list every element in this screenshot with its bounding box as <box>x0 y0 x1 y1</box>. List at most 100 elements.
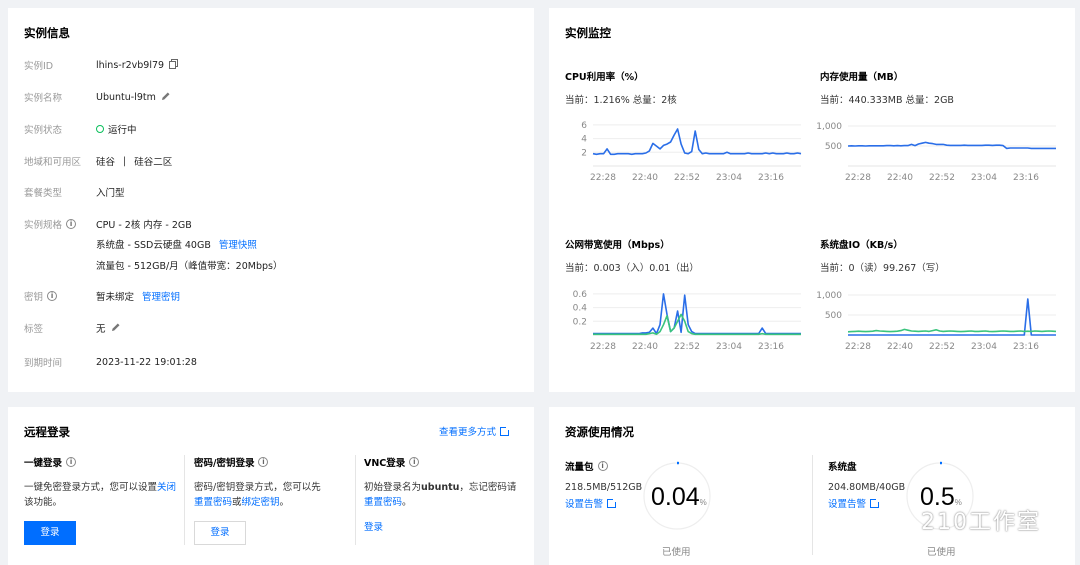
vnc-desc-end: 。 <box>402 497 412 508</box>
spec-cpu-mem: CPU - 2核 内存 - 2GB <box>96 220 192 231</box>
x-tick-label: 22:28 <box>590 173 616 183</box>
password-login-desc: 密码/密钥登录方式，您可以先 重置密码或绑定密钥。 <box>194 480 354 510</box>
vnc-login-button[interactable]: 登录 <box>364 521 383 535</box>
one-click-desc-text: 一键免密登录方式，您可以设置 <box>24 482 158 493</box>
region-divider: | <box>123 155 127 167</box>
key-value: 暂未绑定 <box>96 292 135 303</box>
spec-disk: 系统盘 - SSD云硬盘 40GB <box>96 240 211 251</box>
vnc-login-desc: 初始登录名为ubuntu，忘记密码请 重置密码。 <box>364 480 529 510</box>
vnc-reset-password-link[interactable]: 重置密码 <box>364 497 402 508</box>
bandwidth-chart-title: 公网带宽使用（Mbps） <box>565 240 670 251</box>
zone-value: 硅谷二区 <box>134 157 173 168</box>
traffic-alert-label: 设置告警 <box>565 499 604 510</box>
spec-label: 实例规格 <box>24 220 63 231</box>
bind-key-link[interactable]: 绑定密钥 <box>242 497 280 508</box>
info-icon[interactable]: i <box>47 291 58 301</box>
x-tick-label: 23:16 <box>1013 173 1039 183</box>
memory-chart[interactable]: 1,000 500 22:28 22:40 22:52 23:04 23:16 <box>816 112 1060 184</box>
one-click-login-label: 一键登录 <box>24 458 63 469</box>
disk-alert-link[interactable]: 设置告警 <box>828 496 881 510</box>
instance-name-label: 实例名称 <box>24 93 63 104</box>
x-tick-label: 22:28 <box>845 173 871 183</box>
watermark: 210工作室 <box>921 510 1041 535</box>
edit-icon[interactable] <box>161 91 171 104</box>
cpu-chart-title: CPU利用率（%） <box>565 72 644 83</box>
traffic-package-value: 218.5MB/512GB <box>565 482 643 493</box>
y-tick-label: 0.2 <box>573 317 587 327</box>
plan-type-label: 套餐类型 <box>24 188 63 199</box>
key-row: 密钥 i 暂未绑定 管理密钥 <box>24 288 180 304</box>
key-label: 密钥 <box>24 292 44 303</box>
traffic-gauge-value: 0.04% <box>651 483 707 512</box>
y-tick-label: 0.4 <box>573 304 588 314</box>
info-icon[interactable]: i <box>409 457 420 467</box>
external-link-icon <box>870 497 881 508</box>
edit-icon[interactable] <box>111 322 121 335</box>
disk-io-chart[interactable]: 1,000 500 22:28 22:40 22:52 23:04 23:16 <box>816 281 1060 353</box>
manage-snapshot-link[interactable]: 管理快照 <box>219 237 257 251</box>
more-login-methods-label: 查看更多方式 <box>438 427 496 438</box>
traffic-package-label: 流量包 <box>565 462 594 473</box>
info-icon[interactable]: i <box>66 457 77 467</box>
traffic-alert-link[interactable]: 设置告警 <box>565 496 618 510</box>
instance-id-value: lhins-r2vb9l79 <box>96 59 165 71</box>
y-tick-label: 6 <box>581 121 587 131</box>
disk-used-caption: 已使用 <box>927 547 956 558</box>
series-line <box>593 293 801 335</box>
series-line <box>847 141 1056 150</box>
region-value: 硅谷 <box>96 157 116 168</box>
password-desc-text: 密码/密钥登录方式，您可以先 <box>194 482 321 493</box>
y-tick-label: 4 <box>581 135 587 145</box>
y-tick-label: 500 <box>825 142 842 152</box>
resource-usage-title: 资源使用情况 <box>565 425 634 439</box>
instance-name-value: Ubuntu-l9tm <box>96 91 156 103</box>
one-click-login-desc: 一键免密登录方式，您可以设置关闭该功能。 <box>24 480 184 510</box>
one-click-login-button[interactable]: 登录 <box>24 521 76 545</box>
x-tick-label: 22:52 <box>929 173 955 183</box>
info-icon[interactable]: i <box>258 457 269 467</box>
bandwidth-chart[interactable]: 0.6 0.4 0.2 22:28 22:40 22:52 23:04 23:16 <box>561 281 805 353</box>
password-login-title: 密码/密钥登录 i <box>194 455 269 469</box>
plan-type-value: 入门型 <box>96 188 125 199</box>
x-tick-label: 23:04 <box>971 173 997 183</box>
x-tick-label: 22:28 <box>845 342 871 352</box>
vnc-desc-text: 初始登录名为 <box>364 482 422 493</box>
external-link-icon <box>607 497 618 508</box>
disk-alert-label: 设置告警 <box>828 499 867 510</box>
disable-link[interactable]: 关闭 <box>157 482 176 493</box>
password-desc-end: 。 <box>279 497 290 508</box>
expire-label: 到期时间 <box>24 358 63 369</box>
traffic-package-title: 流量包 i <box>565 459 608 473</box>
vnc-login-title: VNC登录 i <box>364 455 420 469</box>
x-tick-label: 22:40 <box>887 173 913 183</box>
copy-icon[interactable] <box>169 58 179 72</box>
x-tick-label: 23:04 <box>971 342 997 352</box>
manage-key-link[interactable]: 管理密钥 <box>142 289 180 303</box>
vnc-username: ubuntu <box>421 482 460 493</box>
x-tick-label: 23:16 <box>758 342 784 352</box>
x-tick-label: 22:40 <box>632 342 658 352</box>
instance-monitor-card: 实例监控 CPU利用率（%） 当前：1.216% 总量：2核 6 4 2 22:28 2… <box>549 8 1075 392</box>
x-tick-label: 23:16 <box>758 173 784 183</box>
cpu-chart[interactable]: 6 4 2 22:28 22:40 22:52 23:04 23:16 <box>561 112 805 184</box>
disk-io-chart-subtitle: 当前：0（读）99.267（写） <box>820 263 945 274</box>
system-disk-title: 系统盘 <box>828 459 857 473</box>
traffic-gauge-unit: % <box>699 498 707 507</box>
series-line <box>592 128 802 156</box>
instance-info-card: 实例信息 实例ID lhins-r2vb9l79 实例名称 Ubuntu-l9t… <box>8 8 534 392</box>
system-disk-label: 系统盘 <box>828 462 857 473</box>
instance-status-value: 运行中 <box>108 125 137 136</box>
resource-usage-card: 资源使用情况 流量包 i 218.5MB/512GB 设置告警 0.04% 已使用… <box>549 407 1075 565</box>
spec-row: 实例规格 i CPU - 2核 内存 - 2GB <box>24 216 192 232</box>
info-icon[interactable]: i <box>66 219 77 229</box>
password-login-button[interactable]: 登录 <box>194 521 246 545</box>
divider <box>812 455 813 555</box>
tag-row: 标签 无 <box>24 320 121 336</box>
x-tick-label: 22:28 <box>590 342 616 352</box>
one-click-desc-end: 该功能。 <box>24 497 63 508</box>
reset-password-link[interactable]: 重置密码 <box>194 497 232 508</box>
more-login-methods-link[interactable]: 查看更多方式 <box>438 424 510 438</box>
tag-label: 标签 <box>24 324 44 335</box>
traffic-used-caption: 已使用 <box>662 547 691 558</box>
info-icon[interactable]: i <box>597 461 608 471</box>
